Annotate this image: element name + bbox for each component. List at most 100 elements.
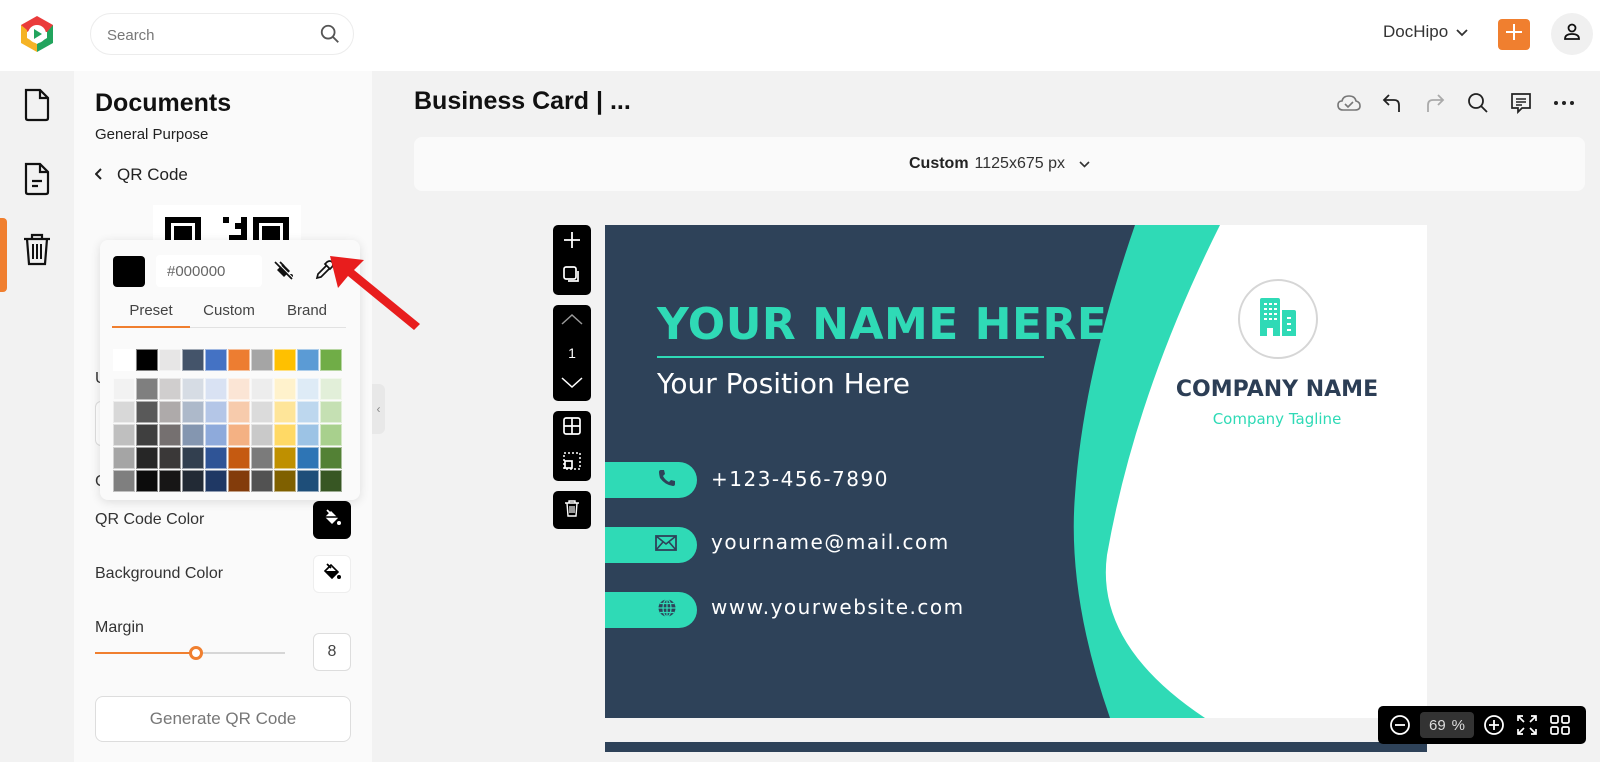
slider-thumb[interactable] bbox=[188, 646, 203, 660]
color-swatch[interactable] bbox=[159, 447, 181, 469]
color-swatch[interactable] bbox=[320, 424, 342, 446]
document-title[interactable]: Business Card | ... bbox=[414, 87, 631, 116]
collapse-panel-button[interactable]: ‹ bbox=[372, 384, 385, 434]
color-swatch[interactable] bbox=[228, 447, 250, 469]
more-options-icon[interactable] bbox=[1551, 90, 1577, 116]
color-swatch[interactable] bbox=[182, 378, 204, 400]
color-swatch[interactable] bbox=[297, 424, 319, 446]
color-swatch[interactable] bbox=[274, 349, 296, 371]
zoom-in-icon[interactable] bbox=[1481, 712, 1507, 738]
color-swatch[interactable] bbox=[205, 470, 227, 492]
background-color-button[interactable] bbox=[313, 555, 351, 593]
duplicate-page-icon[interactable] bbox=[562, 265, 582, 290]
color-swatch[interactable] bbox=[159, 349, 181, 371]
card-company-tagline[interactable]: Company Tagline bbox=[1127, 410, 1427, 428]
search-icon[interactable] bbox=[319, 23, 341, 50]
color-swatch[interactable] bbox=[113, 424, 135, 446]
color-swatch[interactable] bbox=[113, 349, 135, 371]
card-email[interactable]: yourname@mail.com bbox=[711, 530, 950, 554]
color-swatch[interactable] bbox=[205, 401, 227, 423]
chevron-up-icon[interactable] bbox=[561, 312, 583, 330]
workspace-dropdown[interactable]: DocHipo bbox=[1383, 22, 1468, 42]
create-new-button[interactable] bbox=[1498, 19, 1530, 50]
dochipo-logo[interactable] bbox=[17, 14, 57, 54]
rail-item-my-documents[interactable] bbox=[0, 145, 74, 217]
color-swatch[interactable] bbox=[205, 424, 227, 446]
search-box[interactable] bbox=[90, 13, 354, 55]
hex-color-input[interactable] bbox=[156, 255, 262, 287]
color-swatch[interactable] bbox=[159, 470, 181, 492]
color-swatch[interactable] bbox=[228, 424, 250, 446]
margin-slider[interactable] bbox=[95, 643, 285, 663]
add-page-icon[interactable] bbox=[562, 230, 582, 255]
color-swatch[interactable] bbox=[113, 470, 135, 492]
color-swatch[interactable] bbox=[251, 470, 273, 492]
color-swatch[interactable] bbox=[297, 447, 319, 469]
color-swatch[interactable] bbox=[274, 470, 296, 492]
canvas-size-dropdown[interactable]: Custom 1125x675 px bbox=[414, 137, 1585, 191]
grid-icon[interactable] bbox=[562, 416, 582, 441]
card-website[interactable]: www.yourwebsite.com bbox=[711, 595, 965, 619]
color-swatch[interactable] bbox=[159, 401, 181, 423]
color-swatch[interactable] bbox=[320, 349, 342, 371]
back-to-qr-code[interactable]: QR Code bbox=[94, 165, 188, 185]
color-swatch[interactable] bbox=[251, 424, 273, 446]
color-swatch[interactable] bbox=[205, 447, 227, 469]
undo-icon[interactable] bbox=[1379, 90, 1405, 116]
no-color-icon[interactable] bbox=[273, 259, 295, 286]
zoom-out-icon[interactable] bbox=[1387, 712, 1413, 738]
color-swatch[interactable] bbox=[182, 424, 204, 446]
color-swatch[interactable] bbox=[297, 470, 319, 492]
color-swatch[interactable] bbox=[159, 424, 181, 446]
company-logo[interactable] bbox=[1238, 279, 1318, 359]
color-swatch[interactable] bbox=[274, 424, 296, 446]
color-swatch[interactable] bbox=[320, 447, 342, 469]
redo-icon[interactable] bbox=[1422, 90, 1448, 116]
fit-screen-icon[interactable] bbox=[1514, 712, 1540, 738]
business-card-canvas[interactable]: YOUR NAME HERE Your Position Here +123-4… bbox=[605, 225, 1427, 718]
user-avatar-button[interactable] bbox=[1551, 13, 1593, 55]
color-swatch[interactable] bbox=[113, 401, 135, 423]
color-swatch[interactable] bbox=[320, 470, 342, 492]
color-swatch[interactable] bbox=[182, 470, 204, 492]
color-swatch[interactable] bbox=[113, 378, 135, 400]
search-icon[interactable] bbox=[1465, 90, 1491, 116]
resize-selection-icon[interactable] bbox=[562, 451, 582, 476]
color-swatch[interactable] bbox=[228, 401, 250, 423]
trash-icon[interactable] bbox=[564, 499, 580, 522]
chevron-down-icon[interactable] bbox=[561, 376, 583, 394]
color-swatch[interactable] bbox=[136, 349, 158, 371]
color-swatch[interactable] bbox=[228, 349, 250, 371]
color-swatch[interactable] bbox=[113, 447, 135, 469]
color-swatch[interactable] bbox=[136, 470, 158, 492]
qr-code-color-button[interactable] bbox=[313, 501, 351, 539]
search-input[interactable] bbox=[107, 24, 307, 46]
tab-custom[interactable]: Custom bbox=[190, 298, 268, 327]
color-swatch[interactable] bbox=[251, 401, 273, 423]
rail-item-trash[interactable] bbox=[0, 215, 74, 287]
color-swatch[interactable] bbox=[251, 447, 273, 469]
color-swatch[interactable] bbox=[320, 401, 342, 423]
color-swatch[interactable] bbox=[297, 378, 319, 400]
color-swatch[interactable] bbox=[297, 349, 319, 371]
color-swatch[interactable] bbox=[136, 424, 158, 446]
color-swatch[interactable] bbox=[136, 378, 158, 400]
card-company-name[interactable]: COMPANY NAME bbox=[1127, 377, 1427, 402]
color-swatch[interactable] bbox=[182, 349, 204, 371]
color-swatch[interactable] bbox=[251, 378, 273, 400]
color-swatch[interactable] bbox=[274, 401, 296, 423]
next-page-preview[interactable] bbox=[605, 742, 1427, 752]
rail-item-documents[interactable] bbox=[0, 71, 74, 143]
color-swatch[interactable] bbox=[251, 349, 273, 371]
generate-qr-code-button[interactable]: Generate QR Code bbox=[95, 696, 351, 742]
zoom-level-input[interactable]: 69 % bbox=[1420, 712, 1474, 738]
color-swatch[interactable] bbox=[159, 378, 181, 400]
card-name[interactable]: YOUR NAME HERE bbox=[657, 299, 1107, 350]
color-swatch[interactable] bbox=[136, 401, 158, 423]
color-swatch[interactable] bbox=[297, 401, 319, 423]
color-swatch[interactable] bbox=[182, 401, 204, 423]
color-swatch[interactable] bbox=[136, 447, 158, 469]
color-swatch[interactable] bbox=[228, 470, 250, 492]
card-phone[interactable]: +123-456-7890 bbox=[711, 467, 889, 491]
color-swatch[interactable] bbox=[228, 378, 250, 400]
